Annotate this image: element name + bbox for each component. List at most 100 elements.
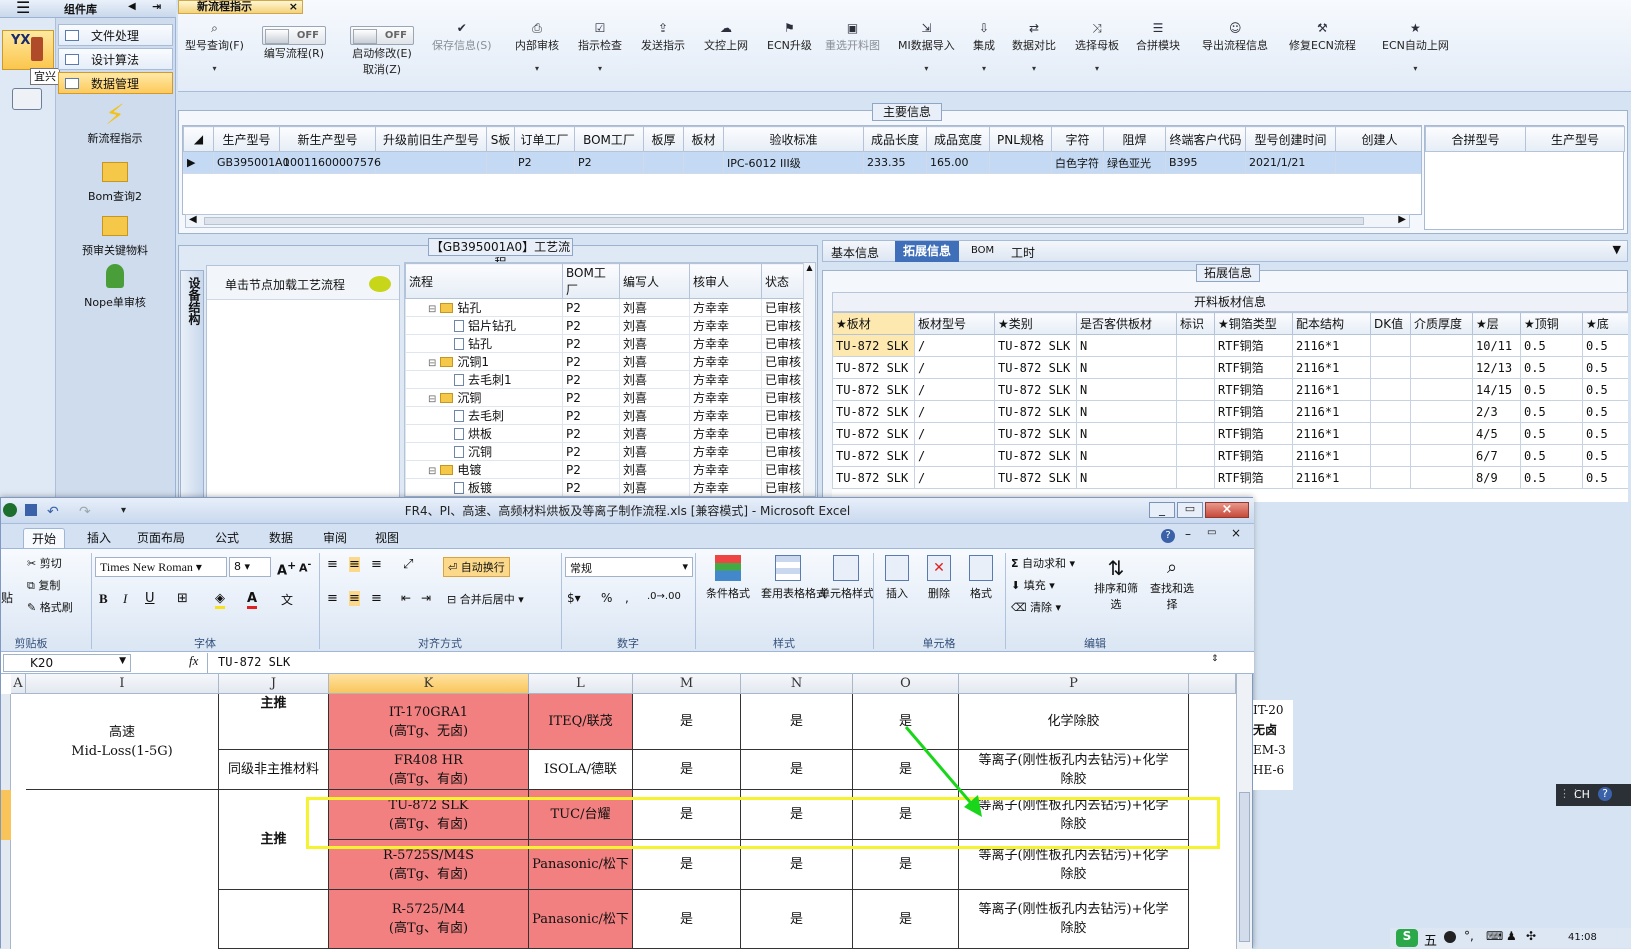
process-col-header[interactable]: 编写人 <box>619 263 690 299</box>
nav-prereview-material[interactable]: 预审关键物料 <box>60 212 170 258</box>
cell-flag[interactable]: 是 <box>741 890 853 949</box>
ext-cell[interactable]: 0.5 <box>1520 444 1583 467</box>
cell-styles-button[interactable]: 单元格样式 <box>819 555 874 601</box>
tree-vscrollbar[interactable]: ▲ <box>803 263 815 496</box>
font-color-icon[interactable]: A <box>247 591 258 609</box>
column-header[interactable]: N <box>741 674 853 694</box>
btn-internal-review[interactable]: ⎙ 内部审核 ▾ <box>515 22 559 73</box>
ext-cell[interactable]: 10/11 <box>1472 334 1521 357</box>
cell-supplier[interactable]: ITEQ/联茂 <box>529 694 633 750</box>
ext-cell[interactable]: RTF铜箔 <box>1214 356 1293 379</box>
ext-cell[interactable]: RTF铜箔 <box>1214 400 1293 423</box>
tree-row[interactable]: 沉铜 P2 刘喜 方幸幸 已审核 <box>405 442 806 461</box>
tree-row[interactable]: 铝片钻孔 P2 刘喜 方幸幸 已审核 <box>405 316 806 335</box>
btn-merge-module[interactable]: ☰ 合拼模块 <box>1136 22 1180 53</box>
currency-icon[interactable]: $▾ <box>567 591 581 605</box>
ext-cell[interactable]: 0.5 <box>1520 334 1583 357</box>
grow-font-icon[interactable]: A+ <box>277 559 296 578</box>
ribbon-close-icon[interactable]: × <box>1231 526 1241 540</box>
cell-flag[interactable]: 是 <box>633 694 741 750</box>
main-info-col-header[interactable]: 字符 <box>1051 126 1104 152</box>
column-header[interactable]: P <box>959 674 1189 694</box>
tree-row[interactable]: 板镀 P2 刘喜 方幸幸 已审核 <box>405 478 806 496</box>
bold-button[interactable]: B <box>99 591 108 607</box>
ext-cell[interactable] <box>1410 400 1473 423</box>
comma-icon[interactable]: , <box>625 591 629 605</box>
ext-cell[interactable] <box>1410 356 1473 379</box>
ext-cell[interactable]: TU-872 SLK <box>994 356 1077 379</box>
fill-button[interactable]: ⬇ 填充 ▾ <box>1011 577 1055 593</box>
ribbon-restore-icon[interactable]: ▭ <box>1207 527 1216 538</box>
expand-icon[interactable]: ⊟ <box>428 466 436 477</box>
btn-ecn-auto-online[interactable]: ★ ECN自动上网 ▾ <box>1382 22 1449 73</box>
main-info-cell[interactable] <box>683 151 724 174</box>
conditional-format-button[interactable]: 条件格式 <box>701 555 755 601</box>
ext-row[interactable]: TU-872 SLK / TU-872 SLK N RTF铜箔 2116*1 2/3 0.5 0… <box>832 400 1628 423</box>
btn-instruction-check[interactable]: ☑ 指示检查 ▾ <box>578 22 622 73</box>
help-icon[interactable]: ? <box>1598 787 1612 801</box>
main-info-cell[interactable]: B395 <box>1165 151 1246 174</box>
ext-col-header[interactable]: 配本结构 <box>1292 312 1371 335</box>
ext-cell[interactable]: TU-872 SLK <box>832 444 915 467</box>
row-indicator[interactable]: ▶ <box>183 151 214 174</box>
format-painter-button[interactable]: ✎ 格式刷 <box>27 599 73 615</box>
copy-button[interactable]: ⧉ 复制 <box>27 577 60 593</box>
excel-vscrollbar[interactable] <box>1236 674 1252 949</box>
ext-col-header[interactable]: ★底 <box>1582 312 1628 335</box>
ext-cell[interactable] <box>1176 356 1215 379</box>
selected-row-header[interactable] <box>1 790 11 840</box>
ext-cell[interactable]: TU-872 SLK <box>994 400 1077 423</box>
fx-icon[interactable]: fx <box>189 653 198 669</box>
cell-recommend[interactable]: 主推 <box>219 694 329 750</box>
settings-icon[interactable]: ✣ <box>1526 929 1536 943</box>
border-button[interactable]: ⊞ <box>177 591 188 606</box>
tab-review[interactable]: 审阅 <box>315 528 355 548</box>
align-center-icon[interactable]: ≡ <box>349 591 360 606</box>
column-header[interactable]: J <box>219 674 329 694</box>
btn-model-query[interactable]: ⌕ 型号查询(F) ▾ <box>185 22 244 73</box>
align-bottom-icon[interactable]: ≡ <box>371 557 382 572</box>
ext-col-header[interactable]: 介质厚度 <box>1410 312 1473 335</box>
ext-col-header[interactable]: ★类别 <box>994 312 1077 335</box>
ext-cell[interactable] <box>1410 378 1473 401</box>
btn-save-info[interactable]: ✔ 保存信息(S) <box>432 22 492 53</box>
ext-cell[interactable]: 6/7 <box>1472 444 1521 467</box>
ext-col-header[interactable]: ★铜箔类型 <box>1214 312 1293 335</box>
tree-node[interactable]: 铝片钻孔 <box>405 316 563 335</box>
tree-row[interactable]: 去毛刺1 P2 刘喜 方幸幸 已审核 <box>405 370 806 389</box>
cell-process[interactable]: 等离子(刚性板孔内去钻污)+化学 除胶 <box>959 890 1189 949</box>
tree-node[interactable]: 钻孔 <box>405 334 563 353</box>
ext-cell[interactable]: 0.5 <box>1520 400 1583 423</box>
tab-data[interactable]: 数据 <box>261 528 301 548</box>
ext-col-header[interactable]: 板材型号 <box>914 312 995 335</box>
ext-cell[interactable]: / <box>914 378 995 401</box>
ext-cell[interactable]: / <box>914 334 995 357</box>
ext-cell[interactable]: 0.5 <box>1582 334 1628 357</box>
main-info-cell[interactable]: 2021/1/21 <box>1245 151 1336 174</box>
ext-cell[interactable] <box>1410 422 1473 445</box>
ext-cell[interactable]: 2/3 <box>1472 400 1521 423</box>
column-header[interactable]: L <box>529 674 633 694</box>
main-info-cell[interactable] <box>375 151 487 174</box>
tree-row[interactable]: ⊟ 钻孔 P2 刘喜 方幸幸 已审核 <box>405 298 806 317</box>
main-info-cell[interactable] <box>643 151 684 174</box>
ext-cell[interactable]: RTF铜箔 <box>1214 422 1293 445</box>
tab-basic-info[interactable]: 基本信息 <box>831 244 879 261</box>
ext-cell[interactable] <box>1410 444 1473 467</box>
ext-cell[interactable]: RTF铜箔 <box>1214 378 1293 401</box>
tools-module-icon[interactable] <box>12 88 42 110</box>
quick-access-menu-icon[interactable]: ▾ <box>121 498 126 524</box>
ext-cell[interactable]: 0.5 <box>1582 400 1628 423</box>
ext-cell[interactable] <box>1410 334 1473 357</box>
tab-home[interactable]: 开始 <box>23 528 66 548</box>
redo-icon[interactable]: ↷ <box>79 499 91 525</box>
phonetic-icon[interactable]: 文 <box>281 591 293 608</box>
close-icon[interactable]: × <box>289 1 298 13</box>
menu-design-algorithm[interactable]: 设计算法 <box>58 48 173 70</box>
cell-supplier[interactable]: ISOLA/德联 <box>529 750 633 790</box>
ext-cell[interactable]: 0.5 <box>1520 422 1583 445</box>
column-header[interactable]: A <box>11 674 26 694</box>
column-header[interactable]: I <box>26 674 219 694</box>
ext-row[interactable]: TU-872 SLK / TU-872 SLK N RTF铜箔 2116*1 10/11 0.… <box>832 334 1628 357</box>
main-info-cell[interactable] <box>486 151 515 174</box>
